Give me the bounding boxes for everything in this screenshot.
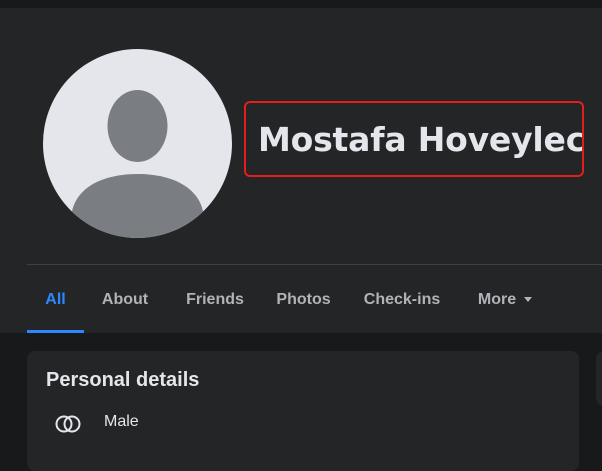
top-bar bbox=[0, 0, 602, 8]
personal-details-card: Personal details Male bbox=[27, 351, 579, 471]
tab-all[interactable]: All bbox=[27, 266, 84, 333]
active-tab-indicator bbox=[27, 330, 84, 333]
profile-name-highlight: Mostafa Hoveylech bbox=[244, 101, 584, 177]
profile-name: Mostafa Hoveylech bbox=[258, 119, 584, 159]
tab-photos[interactable]: Photos bbox=[267, 266, 340, 333]
card-title: Personal details bbox=[46, 369, 200, 391]
tab-label: Photos bbox=[276, 290, 331, 308]
tab-friends[interactable]: Friends bbox=[175, 266, 255, 333]
tab-label: Check-ins bbox=[363, 290, 441, 308]
tab-label: More bbox=[477, 290, 517, 308]
tab-label: About bbox=[101, 290, 149, 308]
gender-icon bbox=[55, 415, 81, 433]
tab-about[interactable]: About bbox=[90, 266, 160, 333]
profile-tabs: All About Friends Photos Check-ins More bbox=[27, 266, 602, 333]
tab-more[interactable]: More bbox=[465, 266, 545, 333]
default-avatar-icon bbox=[71, 90, 204, 238]
caret-down-icon bbox=[524, 297, 533, 302]
profile-avatar[interactable] bbox=[43, 49, 232, 238]
side-card bbox=[596, 351, 602, 406]
header-divider bbox=[27, 264, 602, 265]
gender-value: Male bbox=[104, 413, 139, 430]
tab-label: Friends bbox=[186, 290, 244, 308]
tab-check-ins[interactable]: Check-ins bbox=[355, 266, 449, 333]
tab-label: All bbox=[45, 290, 66, 308]
